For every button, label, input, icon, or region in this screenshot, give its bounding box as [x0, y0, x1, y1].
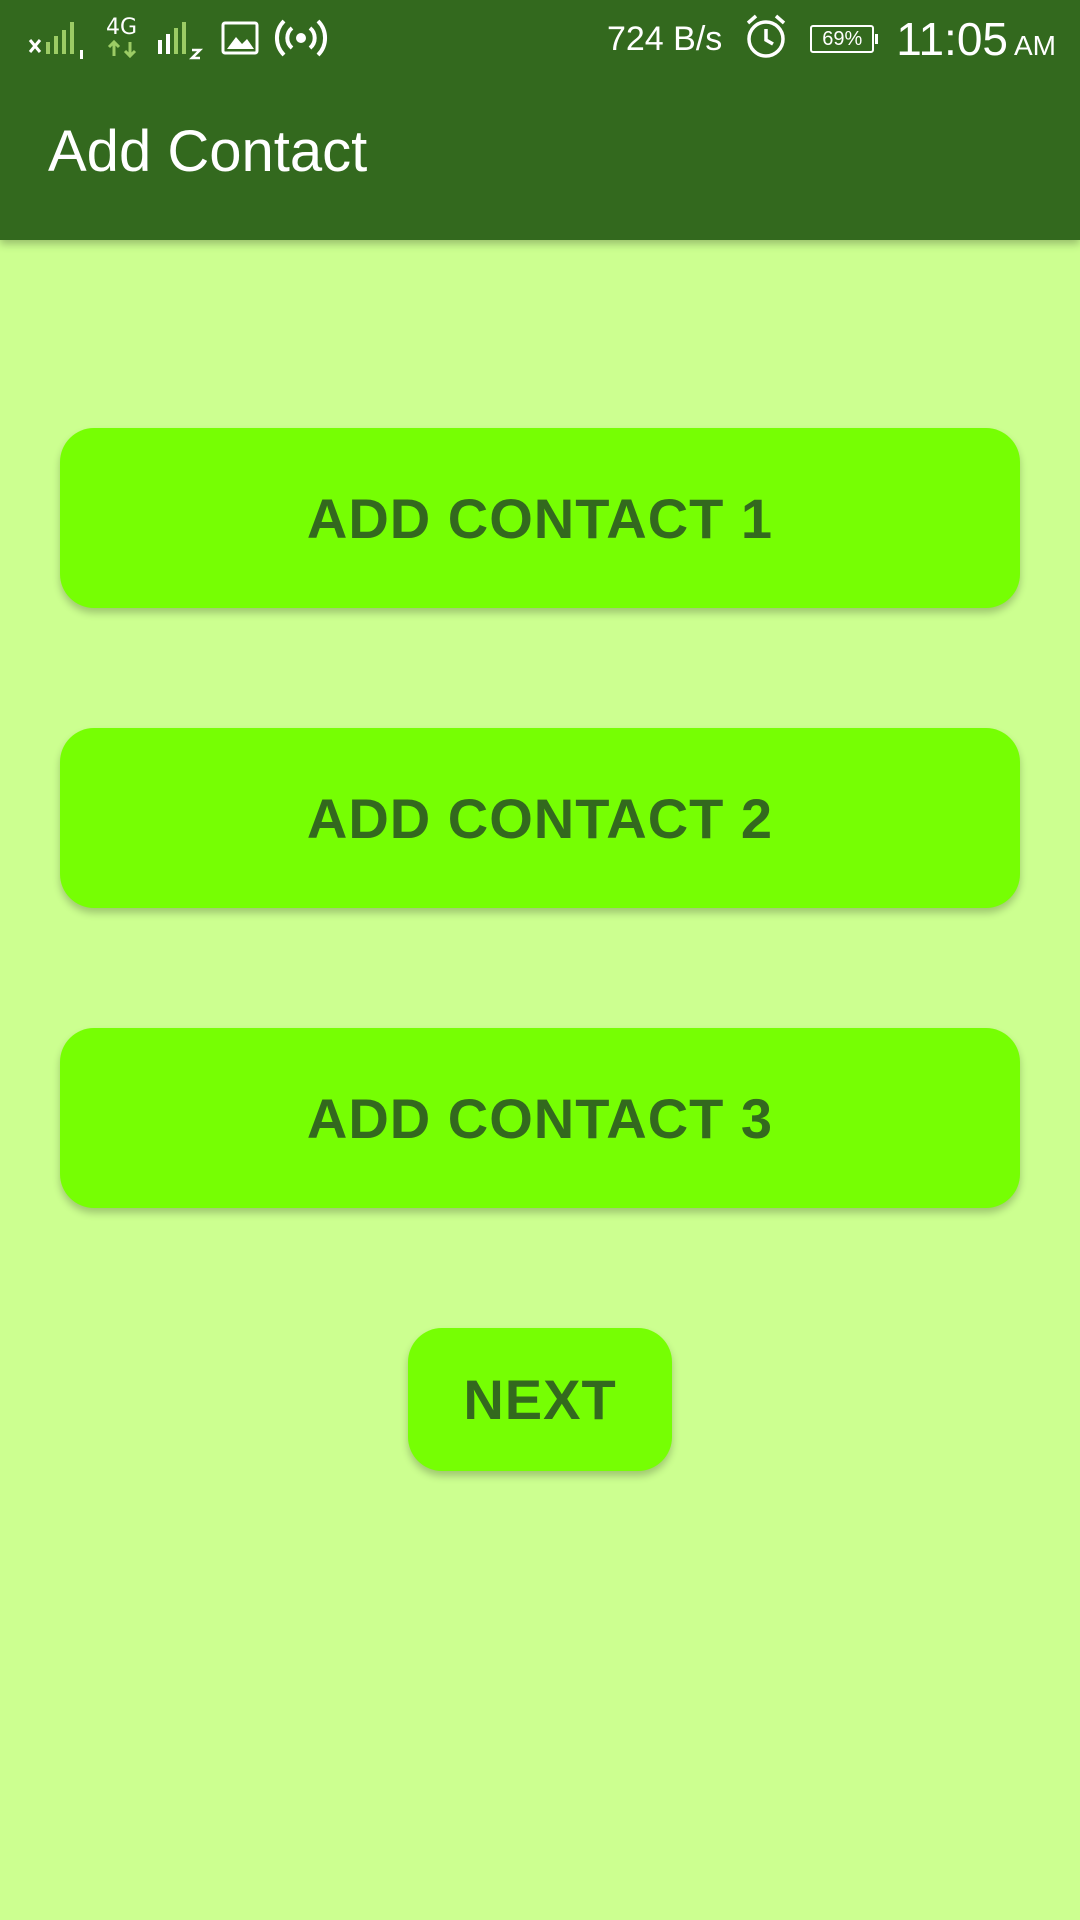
hotspot-icon [274, 16, 328, 65]
network-4g-icon: 4G [106, 12, 142, 69]
status-bar-right: 724 B/s 69% 11:05 AM [607, 8, 1056, 70]
gallery-icon [220, 18, 260, 63]
page-title: Add Contact [48, 119, 368, 184]
status-bar-left: 4G [28, 10, 328, 70]
signal-sim1-icon [28, 16, 92, 65]
alarm-icon [744, 13, 788, 66]
clock-time: 11:05 [896, 13, 1008, 65]
add-contact-3-label: ADD CONTACT 3 [306, 1086, 774, 1150]
network-speed: 724 B/s [606, 19, 723, 58]
battery-icon: 69% [810, 25, 879, 53]
battery-percent: 69% [822, 27, 863, 50]
signal-sim2-icon [156, 16, 206, 65]
add-contact-3-button[interactable]: ADD CONTACT 3 [60, 1028, 1020, 1208]
status-bar: 4G 724 B/s 69% 11:05 AM [0, 0, 1080, 75]
add-contact-1-button[interactable]: ADD CONTACT 1 [60, 428, 1020, 608]
add-contact-2-button[interactable]: ADD CONTACT 2 [60, 728, 1020, 908]
app-bar: 4G 724 B/s 69% 11:05 AM Add Contact [0, 0, 1080, 240]
add-contact-2-label: ADD CONTACT 2 [306, 786, 774, 850]
network-type-label: 4G [106, 15, 137, 40]
clock-am-pm: AM [1014, 30, 1056, 61]
clock: 11:05 AM [896, 12, 1056, 66]
add-contact-1-label: ADD CONTACT 1 [306, 486, 774, 550]
next-label: NEXT [463, 1368, 617, 1431]
next-button[interactable]: NEXT [408, 1328, 672, 1471]
